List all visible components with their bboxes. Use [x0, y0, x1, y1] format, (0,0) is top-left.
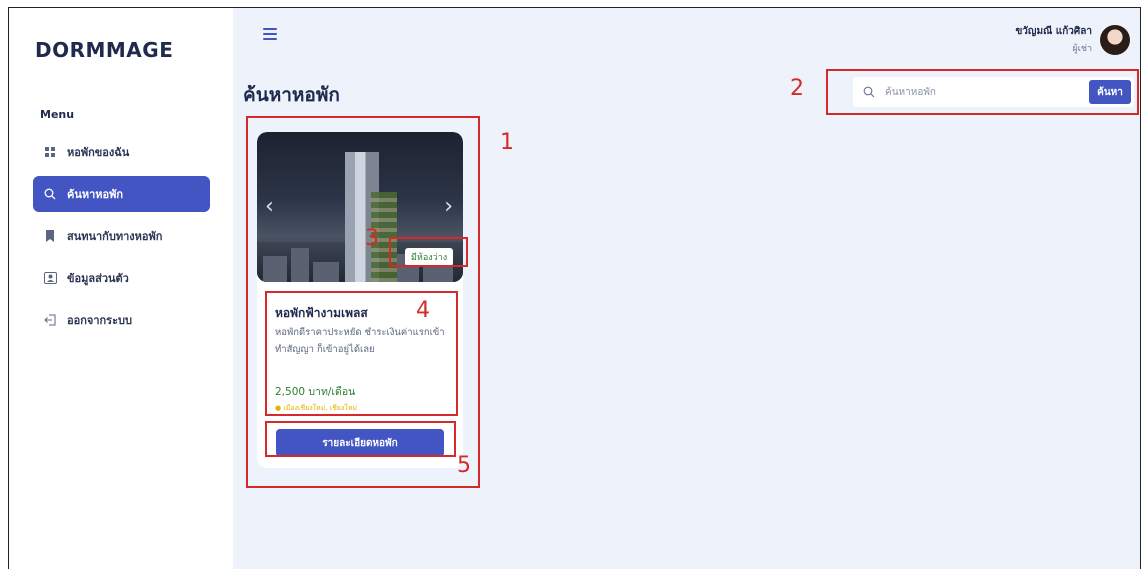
annotation-box-3 [389, 237, 468, 267]
sidebar-item-label: ค้นหาหอพัก [67, 188, 124, 201]
menu-title: Menu [40, 108, 75, 121]
user-info: ขวัญมณี แก้วศิลา ผู้เช่า [1015, 24, 1092, 55]
sidebar-item-chat[interactable]: สนทนากับทางหอพัก [33, 218, 210, 254]
grid-icon [43, 145, 57, 159]
sidebar-item-label: สนทนากับทางหอพัก [67, 230, 163, 243]
bookmark-icon [43, 229, 57, 243]
user-role: ผู้เช่า [1072, 44, 1092, 54]
annotation-label-5: 5 [457, 453, 471, 478]
sidebar-item-label: หอพักของฉัน [67, 146, 130, 159]
sidebar: DORMMAGE Menu หอพักของฉัน ค้นหาหอพัก สนท… [9, 8, 233, 569]
sidebar-item-label: ข้อมูลส่วนตัว [67, 272, 129, 285]
annotation-box-5 [265, 421, 456, 457]
annotation-label-1: 1 [500, 130, 514, 155]
hamburger-menu-icon[interactable] [263, 28, 277, 40]
annotation-box-2 [826, 69, 1139, 115]
sidebar-item-label: ออกจากระบบ [67, 314, 132, 327]
app-window: DORMMAGE Menu หอพักของฉัน ค้นหาหอพัก สนท… [8, 7, 1141, 569]
brand-logo: DORMMAGE [35, 38, 174, 62]
sidebar-item-logout[interactable]: ออกจากระบบ [33, 302, 210, 338]
avatar[interactable] [1100, 24, 1130, 55]
search-icon [43, 187, 57, 201]
sidebar-item-my-dorm[interactable]: หอพักของฉัน [33, 134, 210, 170]
sidebar-item-profile[interactable]: ข้อมูลส่วนตัว [33, 260, 210, 296]
annotation-label-4: 4 [416, 298, 430, 323]
page-title: ค้นหาหอพัก [243, 84, 340, 106]
sidebar-nav: หอพักของฉัน ค้นหาหอพัก สนทนากับทางหอพัก … [33, 134, 210, 344]
user-name: ขวัญมณี แก้วศิลา [1015, 26, 1092, 37]
sidebar-item-search-dorm[interactable]: ค้นหาหอพัก [33, 176, 210, 212]
user-icon [43, 271, 57, 285]
user-profile[interactable]: ขวัญมณี แก้วศิลา ผู้เช่า [1015, 24, 1130, 55]
annotation-label-2: 2 [790, 76, 804, 101]
annotation-label-3: 3 [365, 226, 379, 251]
logout-icon [43, 313, 57, 327]
